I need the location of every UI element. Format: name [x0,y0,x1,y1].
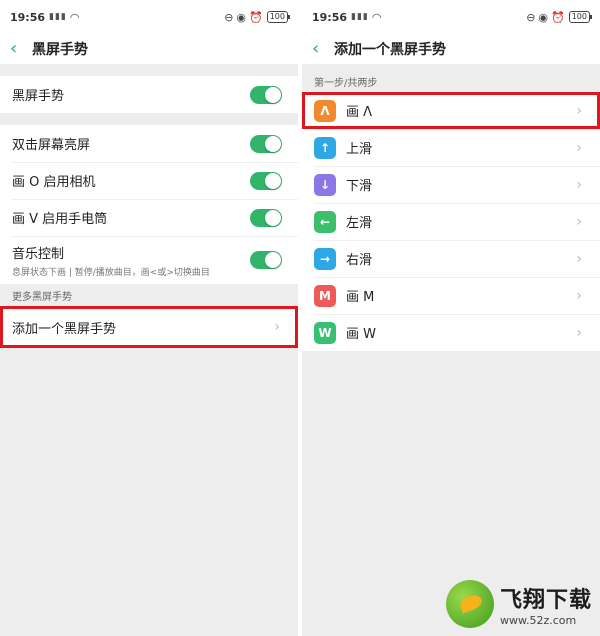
gesture-label: 上滑 [346,142,373,157]
settings-row-music-control[interactable]: 音乐控制 息屏状态下画 | 暂停/播放曲目，画<或>切换曲目 [0,236,298,284]
arrow-right-icon: → [314,247,336,270]
row-label: 音乐控制 [12,246,65,262]
row-sublabel: 息屏状态下画 | 暂停/播放曲目，画<或>切换曲目 [12,267,210,278]
section-label-more-gestures: 更多黑屏手势 [0,284,298,306]
page-title: 添加一个黑屏手势 [334,42,446,58]
gesture-row-swipe-up[interactable]: ↑ 上滑 › [302,129,600,166]
gesture-label: 画 M [346,290,375,305]
chevron-right-icon: › [576,250,582,267]
eye-icon: ◉ [236,10,247,24]
eye-icon: ◉ [538,10,549,24]
gesture-row-draw-m[interactable]: M 画 M › [302,277,600,314]
gesture-label: 右滑 [346,253,373,268]
signal-icon: ▮▮▮ [49,12,67,22]
row-label: 画 O 启用相机 [12,175,96,190]
do-not-disturb-icon: ⊖ [224,10,234,24]
toggle-switch[interactable] [250,85,282,104]
gesture-label: 左滑 [346,216,373,231]
right-screen: 19:56 ▮▮▮ ◠ ⊖ ◉ ⏰ 100 ‹ 添加一个黑屏手势 第一步/共两步… [302,0,600,636]
gesture-options-card: 双击屏幕亮屏 画 O 启用相机 画 V 启用手电筒 音乐控制 息屏状态下画 | … [0,125,298,284]
left-screen: 19:56 ▮▮▮ ◠ ⊖ ◉ ⏰ 100 ‹ 黑屏手势 黑屏手势 双击屏幕亮屏… [0,0,298,636]
arrow-up-icon: ↑ [314,136,336,159]
toggle-switch[interactable] [250,134,282,153]
letter-w-icon: W [314,321,336,344]
wifi-icon: ◠ [371,10,382,24]
do-not-disturb-icon: ⊖ [526,10,536,24]
status-bar: 19:56 ▮▮▮ ◠ ⊖ ◉ ⏰ 100 [302,0,600,34]
back-icon[interactable]: ‹ [312,40,334,58]
chevron-right-icon: › [576,213,582,230]
wifi-icon: ◠ [69,10,80,24]
site-watermark: 飞翔下载 www.52z.com [445,580,592,628]
gesture-row-swipe-down[interactable]: ↓ 下滑 › [302,166,600,203]
letter-m-icon: M [314,284,336,307]
add-gesture-row[interactable]: 添加一个黑屏手势 › [0,306,298,348]
back-icon[interactable]: ‹ [10,40,32,58]
add-gesture-card: 添加一个黑屏手势 › [0,306,298,348]
gesture-list: Λ 画 Λ › ↑ 上滑 › ↓ 下滑 › ← 左滑 › → 右滑 › M 画 … [302,92,600,351]
alarm-icon: ⏰ [249,10,263,24]
status-time: 19:56 [10,10,46,24]
row-label: 黑屏手势 [12,89,65,104]
toggle-switch[interactable] [250,208,282,227]
chevron-right-icon: › [576,324,582,341]
chevron-right-icon: › [576,102,582,119]
status-bar: 19:56 ▮▮▮ ◠ ⊖ ◉ ⏰ 100 [0,0,298,34]
right-title-bar: ‹ 添加一个黑屏手势 [302,34,600,64]
chevron-right-icon: › [274,319,280,335]
lambda-icon: Λ [314,99,336,122]
gesture-row-draw-lambda[interactable]: Λ 画 Λ › [302,92,600,129]
gesture-row-draw-w[interactable]: W 画 W › [302,314,600,351]
toggle-switch[interactable] [250,251,282,269]
arrow-left-icon: ← [314,210,336,233]
alarm-icon: ⏰ [551,10,565,24]
left-title-bar: ‹ 黑屏手势 [0,34,298,64]
gesture-row-swipe-right[interactable]: → 右滑 › [302,240,600,277]
page-title: 黑屏手势 [32,42,88,58]
settings-row-black-screen-gesture[interactable]: 黑屏手势 [0,76,298,113]
chevron-right-icon: › [576,139,582,156]
site-logo-icon [445,580,494,628]
gesture-row-swipe-left[interactable]: ← 左滑 › [302,203,600,240]
settings-row-draw-v-flashlight[interactable]: 画 V 启用手电筒 [0,199,298,236]
row-label: 画 V 启用手电筒 [12,212,108,227]
settings-row-double-tap-wake[interactable]: 双击屏幕亮屏 [0,125,298,162]
watermark-url: www.52z.com [499,613,577,627]
chevron-right-icon: › [576,287,582,304]
row-label: 双击屏幕亮屏 [12,138,91,153]
gesture-label: 画 Λ [346,105,373,120]
toggle-switch[interactable] [250,171,282,190]
watermark-title: 飞翔下载 [499,587,592,613]
gesture-label: 下滑 [346,179,373,194]
chevron-right-icon: › [576,176,582,193]
arrow-down-icon: ↓ [314,173,336,196]
gesture-label: 画 W [346,327,376,342]
step-label: 第一步/共两步 [302,70,600,92]
battery-icon: 100 [266,11,291,23]
settings-row-draw-o-camera[interactable]: 画 O 启用相机 [0,162,298,199]
battery-icon: 100 [568,11,593,23]
signal-icon: ▮▮▮ [351,12,369,22]
status-time: 19:56 [312,10,348,24]
row-label: 添加一个黑屏手势 [12,321,117,337]
gesture-master-card: 黑屏手势 [0,76,298,113]
